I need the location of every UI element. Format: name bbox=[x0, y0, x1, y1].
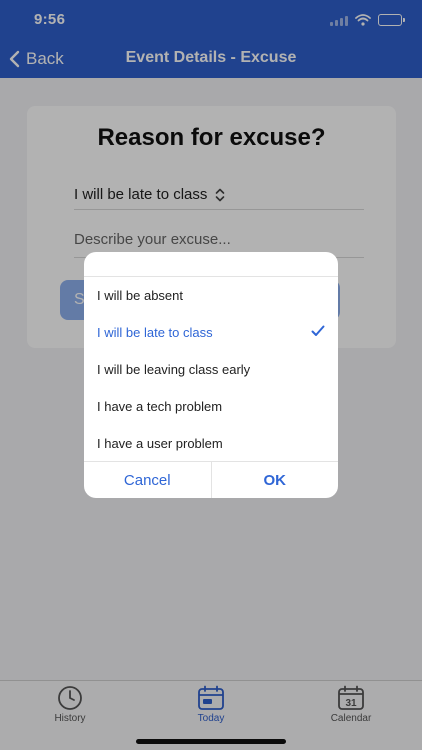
option-label: I will be late to class bbox=[97, 325, 213, 340]
cancel-button[interactable]: Cancel bbox=[84, 462, 212, 498]
dialog-actions: Cancel OK bbox=[84, 461, 338, 498]
picker-option[interactable]: I have a user problem bbox=[84, 425, 338, 462]
option-label: I have a user problem bbox=[97, 436, 223, 451]
checkmark-icon bbox=[311, 325, 325, 336]
picker-option[interactable]: I will be leaving class early bbox=[84, 351, 338, 388]
dialog-header bbox=[84, 252, 338, 277]
option-label: I have a tech problem bbox=[97, 399, 223, 414]
ok-button[interactable]: OK bbox=[212, 462, 339, 498]
picker-option-selected[interactable]: I will be late to class bbox=[84, 314, 338, 351]
option-label: I will be leaving class early bbox=[97, 362, 251, 377]
reason-picker-dialog: I will be absent I will be late to class… bbox=[84, 252, 338, 498]
option-label: I will be absent bbox=[97, 288, 183, 303]
picker-option[interactable]: I have a tech problem bbox=[84, 388, 338, 425]
picker-option[interactable]: I will be absent bbox=[84, 277, 338, 314]
